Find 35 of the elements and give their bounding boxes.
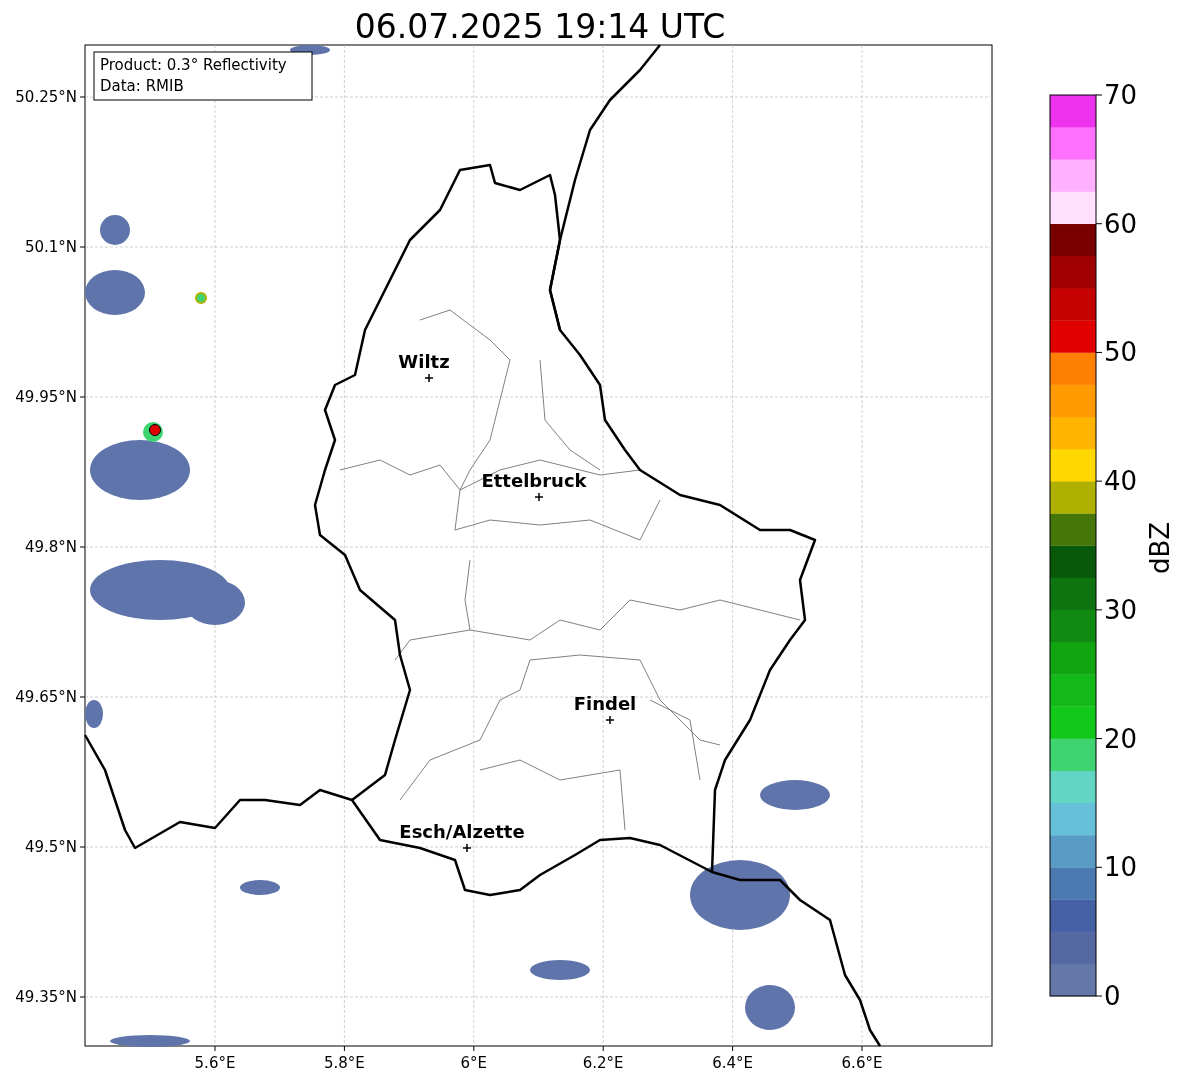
city-marker-icon [605,715,615,725]
colorbar-tick-label: 70 [1104,80,1138,110]
colorbar-tick-label: 30 [1104,594,1138,625]
latitude-tick-label: 50.25°N [15,88,77,106]
longitude-tick-label: 5.6°E [194,1054,236,1072]
colorbar-tick-label: 50 [1104,337,1138,368]
latitude-tick-label: 49.65°N [15,688,77,706]
colorbar-tick-label: 0 [1104,981,1121,1011]
longitude-tick-label: 6°E [460,1054,488,1072]
city-label: Ettelbruck [481,470,587,491]
colorbar-tick-label: 20 [1104,723,1138,754]
colorbar-tick-label: 40 [1104,466,1138,497]
colorbar-tick-label: 10 [1104,852,1138,883]
info-text: Data: RMIB [100,77,184,95]
city-marker-icon [462,843,472,853]
latitude-tick-label: 49.5°N [24,838,77,856]
colorbar-label: dBZ [1145,521,1175,575]
city-label: Findel [573,693,637,714]
info-text: Product: 0.3° Reflectivity [100,56,287,74]
longitude-tick-label: 6.6°E [841,1054,883,1072]
latitude-tick-label: 49.95°N [15,388,77,406]
latitude-tick-label: 49.8°N [24,538,77,556]
city-marker-icon [534,492,544,502]
figure-title: 06.07.2025 19:14 UTC [354,7,726,46]
longitude-tick-label: 5.8°E [324,1054,365,1072]
echo-cell-icon [195,292,207,304]
colorbar-tick-label: 60 [1104,208,1138,239]
latitude-tick-label: 50.1°N [24,238,77,256]
city-label: Wiltz [398,351,450,372]
city-marker-icon [424,373,434,383]
city-label: Esch/Alzette [399,821,525,842]
longitude-tick-label: 6.4°E [712,1054,753,1072]
latitude-tick-label: 49.35°N [15,988,77,1006]
longitude-tick-label: 6.2°E [582,1054,624,1072]
radar-site-icon [143,422,163,442]
